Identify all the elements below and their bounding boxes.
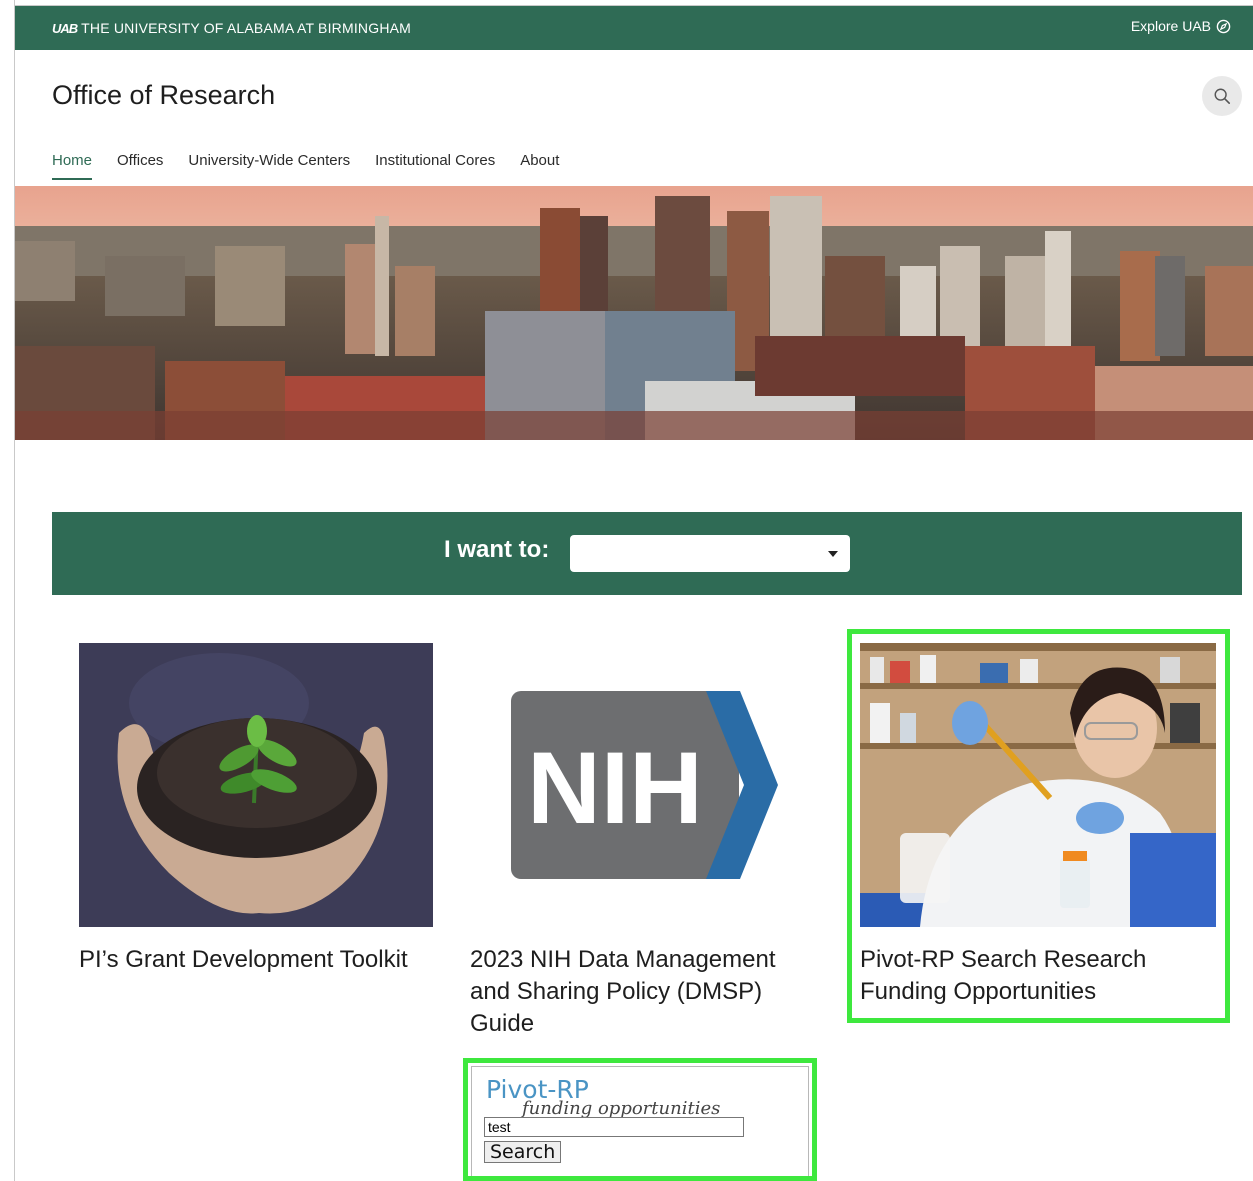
pivot-rp-image[interactable]	[860, 643, 1216, 927]
compass-icon	[1216, 19, 1231, 33]
pivot-rp-widget-subtitle: funding opportunities	[522, 1098, 721, 1119]
search-button[interactable]	[1202, 76, 1242, 116]
nih-logo-image[interactable]: NIH	[470, 643, 810, 927]
grant-toolkit-title[interactable]: PI’s Grant Development Toolkit	[79, 944, 419, 976]
pivot-search-button[interactable]: Search	[484, 1141, 562, 1163]
grant-toolkit-image[interactable]	[79, 643, 433, 927]
site-title[interactable]: Office of Research	[52, 80, 275, 111]
explore-uab-label: Explore UAB	[1130, 18, 1211, 34]
nav-item-offices[interactable]: Offices	[117, 152, 163, 180]
nav-item-institutional-cores[interactable]: Institutional Cores	[375, 152, 495, 180]
hero-skyline-image	[15, 186, 1253, 440]
pivot-search-input[interactable]	[484, 1117, 744, 1137]
nav-item-home[interactable]: Home	[52, 152, 93, 180]
university-name: THE UNIVERSITY OF ALABAMA AT BIRMINGHAM	[81, 20, 412, 36]
search-icon	[1214, 88, 1231, 105]
i-want-to-label: I want to:	[444, 536, 550, 563]
top-bar: UAB THE UNIVERSITY OF ALABAMA AT BIRMING…	[15, 6, 1253, 50]
pivot-rp-title[interactable]: Pivot-RP Search Research Funding Opportu…	[860, 944, 1220, 1008]
main-nav: Home Offices University-Wide Centers Ins…	[52, 152, 584, 180]
chevron-down-icon	[828, 551, 838, 557]
nav-item-about[interactable]: About	[520, 152, 559, 180]
nih-dmsp-guide-title[interactable]: 2023 NIH Data Management and Sharing Pol…	[470, 944, 820, 1040]
i-want-to-select[interactable]	[570, 535, 850, 572]
page-border-left	[14, 0, 15, 1181]
uab-brand-link[interactable]: UAB THE UNIVERSITY OF ALABAMA AT BIRMING…	[52, 20, 411, 36]
nav-item-university-wide-centers[interactable]: University-Wide Centers	[188, 152, 350, 180]
uab-logo: UAB	[52, 20, 78, 36]
explore-uab-link[interactable]: Explore UAB	[1131, 18, 1231, 34]
i-want-to-bar: I want to:	[52, 512, 1242, 595]
nih-logo-text: NIH	[527, 731, 703, 845]
pivot-rp-search-widget: Pivot-RP funding opportunities Search	[471, 1066, 809, 1178]
